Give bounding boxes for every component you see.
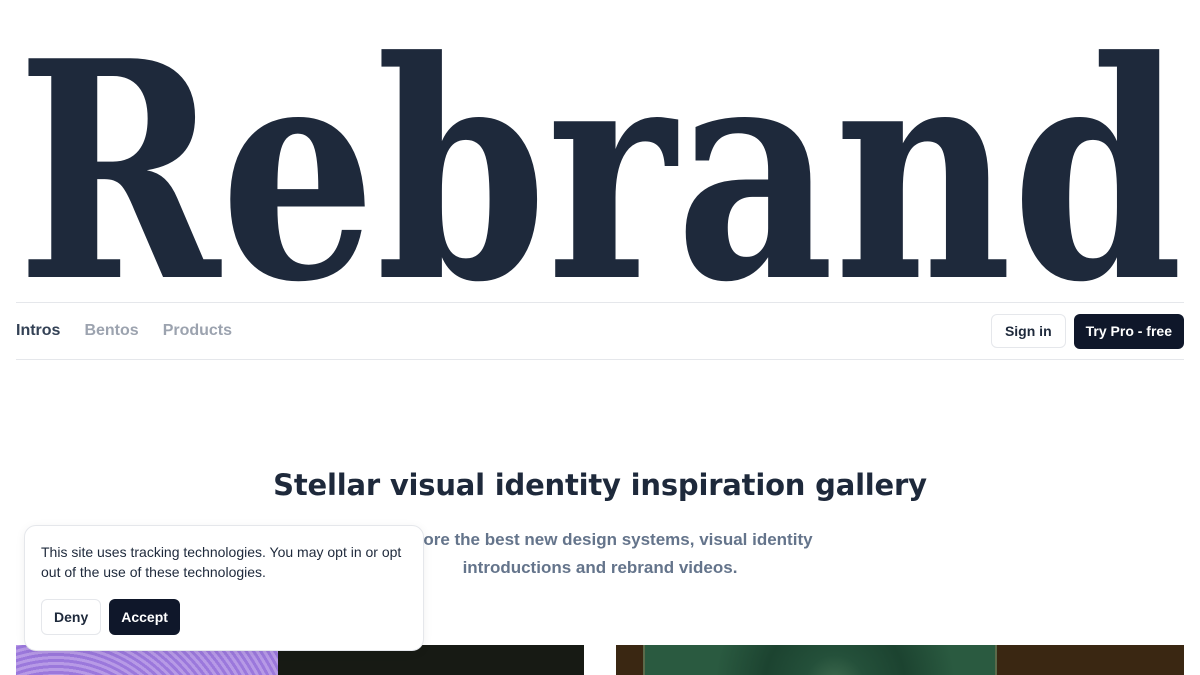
category-tabs: Intros Bentos Products [16, 322, 232, 340]
gallery-card[interactable] [616, 645, 1184, 675]
logo-text: Rebrand [17, 28, 1183, 286]
logo-wordmark: Rebrand [17, 28, 1183, 286]
brand-logo[interactable]: Rebrand [16, 28, 1184, 286]
nav-actions: Sign in Try Pro - free [990, 313, 1184, 349]
cookie-actions: Deny Accept [41, 599, 407, 635]
page-title: Stellar visual identity inspiration gall… [273, 468, 927, 502]
tab-bentos[interactable]: Bentos [84, 322, 138, 340]
sign-in-button[interactable]: Sign in [990, 314, 1066, 348]
cookie-message: This site uses tracking technologies. Yo… [41, 544, 402, 580]
deny-button[interactable]: Deny [41, 599, 102, 635]
accept-button[interactable]: Accept [109, 599, 180, 635]
main-nav: Intros Bentos Products Sign in Try Pro -… [16, 302, 1184, 360]
card-thumbnail [643, 645, 997, 675]
tab-intros[interactable]: Intros [16, 322, 60, 340]
page-subtitle: Explore the best new design systems, vis… [387, 530, 813, 577]
try-pro-button[interactable]: Try Pro - free [1073, 313, 1184, 349]
tab-products[interactable]: Products [163, 322, 232, 340]
cookie-banner: This site uses tracking technologies. Yo… [24, 525, 424, 651]
